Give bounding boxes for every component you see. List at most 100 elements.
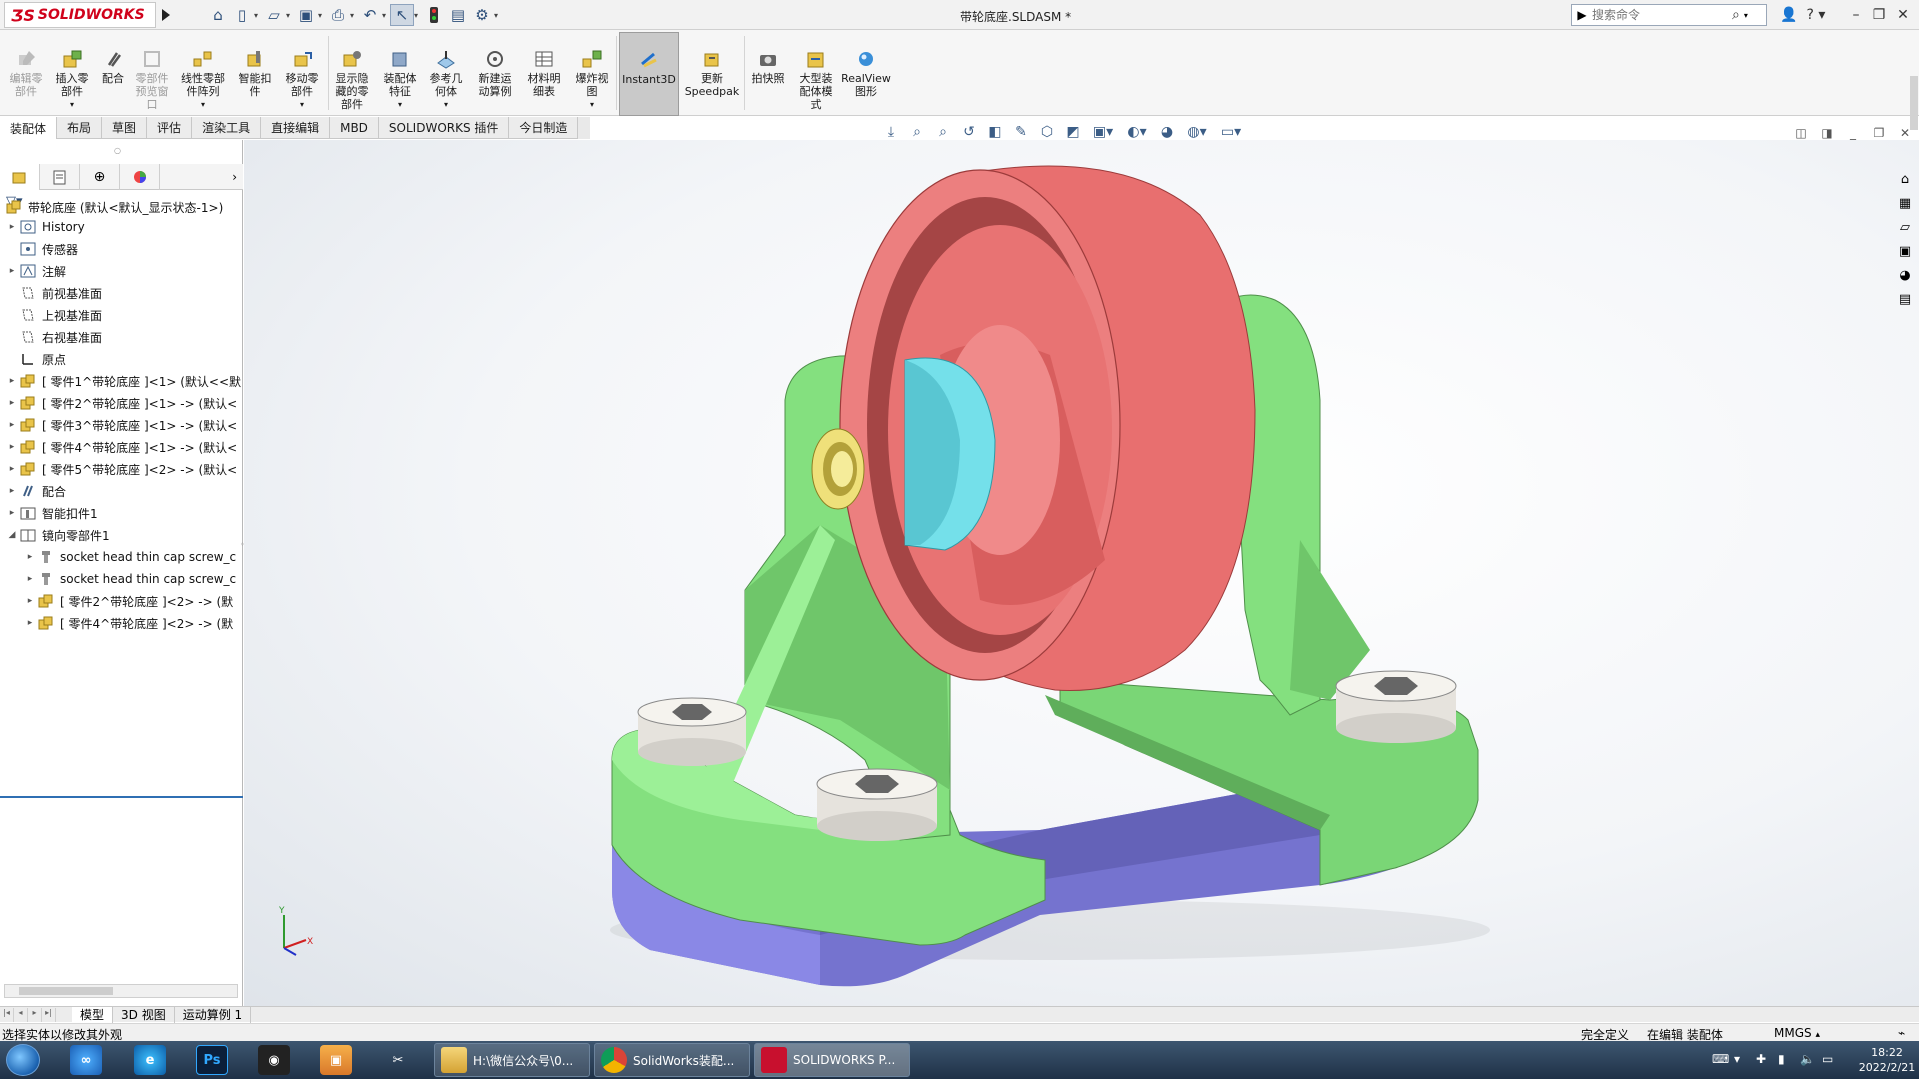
- tree-root[interactable]: 带轮底座 (默认<默认_显示状态-1>): [4, 196, 223, 218]
- tree-item[interactable]: ▸ [ 零件4^带轮底座 ]<1> -> (默认<: [0, 436, 243, 458]
- help-icon[interactable]: ? ▾: [1802, 4, 1830, 26]
- move-component-button[interactable]: 移动零 部件 ▾: [280, 32, 324, 116]
- action-center-icon[interactable]: ▭: [1822, 1052, 1833, 1066]
- photoshop-icon[interactable]: Ps: [196, 1045, 228, 1075]
- tree-item[interactable]: ▸ 注解: [0, 260, 243, 282]
- volume-icon[interactable]: 🔈: [1800, 1052, 1815, 1066]
- media-app-icon[interactable]: ▣: [320, 1045, 352, 1075]
- dynamic-annotation-icon[interactable]: ✎: [1008, 121, 1034, 143]
- search-icon[interactable]: ⌕: [1732, 7, 1740, 23]
- customize-status-icon[interactable]: ⌁: [1898, 1026, 1905, 1040]
- next-tab-icon[interactable]: ▸: [28, 1007, 42, 1022]
- viewport-restore-icon[interactable]: ❐: [1866, 126, 1892, 140]
- show-hidden-components-button[interactable]: 显示隐 藏的零 部件: [330, 32, 374, 116]
- assembly-model[interactable]: Y X: [244, 140, 1919, 1006]
- system-clock[interactable]: 18:22 2022/2/21: [1855, 1045, 1919, 1075]
- tree-item[interactable]: ▸ socket head thin cap screw_c: [0, 546, 243, 568]
- snipping-tool-icon[interactable]: ✂: [382, 1045, 414, 1075]
- select-cursor-icon[interactable]: ↖: [390, 4, 414, 26]
- view-palette-icon[interactable]: ▣: [1894, 240, 1916, 262]
- smart-fasteners-button[interactable]: 智能扣 件: [234, 32, 276, 116]
- viewport-tile-right-icon[interactable]: ◨: [1814, 126, 1840, 140]
- design-library-icon[interactable]: ▦: [1894, 192, 1916, 214]
- reference-geometry-button[interactable]: 参考几 何体 ▾: [424, 32, 468, 116]
- tree-item[interactable]: ▸ [ 零件2^带轮底座 ]<1> -> (默认<: [0, 392, 243, 414]
- feature-manager-tab-icon[interactable]: [0, 164, 40, 190]
- browser-icon[interactable]: e: [134, 1045, 166, 1075]
- tray-app-icon[interactable]: ✚: [1756, 1052, 1766, 1066]
- new-document-icon[interactable]: ▯: [230, 4, 254, 26]
- user-icon[interactable]: 👤: [1779, 4, 1799, 26]
- close-icon[interactable]: ✕: [1893, 4, 1913, 26]
- search-commands-box[interactable]: ▶ ⌕ ▾: [1571, 4, 1767, 26]
- custom-properties-icon[interactable]: ▤: [1894, 288, 1916, 310]
- viewport-tile-left-icon[interactable]: ◫: [1788, 126, 1814, 140]
- start-button-icon[interactable]: [6, 1044, 40, 1076]
- expand-arrow-icon[interactable]: ▸: [6, 398, 18, 408]
- panel-grip-icon[interactable]: ○: [114, 146, 121, 155]
- tab-motion-study[interactable]: 运动算例 1: [175, 1006, 252, 1023]
- update-speedpak-button[interactable]: 更新 Speedpak: [684, 32, 740, 116]
- expand-arrow-icon[interactable]: ▸: [6, 266, 18, 276]
- chevron-down-icon[interactable]: ▾: [286, 11, 294, 20]
- home-icon[interactable]: ⌂: [206, 4, 230, 26]
- tab-layout[interactable]: 布局: [57, 117, 103, 139]
- undo-icon[interactable]: ↶: [358, 4, 382, 26]
- ribbon-scrollbar[interactable]: [1910, 76, 1918, 130]
- taskbar-app-solidworks[interactable]: SOLIDWORKS P...: [754, 1043, 910, 1077]
- print-icon[interactable]: ⎙: [326, 4, 350, 26]
- open-folder-icon[interactable]: ▱: [262, 4, 286, 26]
- file-explorer-icon[interactable]: ▱: [1894, 216, 1916, 238]
- expand-arrow-icon[interactable]: ▸: [6, 508, 18, 518]
- viewport-close-icon[interactable]: ✕: [1892, 126, 1918, 140]
- display-manager-tab-icon[interactable]: [120, 164, 160, 190]
- apply-scene-icon[interactable]: ◕: [1154, 121, 1180, 143]
- chevron-down-icon[interactable]: ▾: [1744, 11, 1748, 20]
- taskbar-app-explorer[interactable]: H:\微信公众号\0...: [434, 1043, 590, 1077]
- chevron-down-icon[interactable]: ▾: [590, 98, 594, 111]
- expand-arrow-icon[interactable]: ▸: [6, 464, 18, 474]
- mate-button[interactable]: 配合: [96, 32, 130, 116]
- tab-model[interactable]: 模型: [72, 1006, 114, 1023]
- tree-item[interactable]: ▸ 智能扣件1: [0, 502, 243, 524]
- large-assembly-mode-button[interactable]: 大型装 配体模 式: [794, 32, 838, 116]
- tab-solidworks-addins[interactable]: SOLIDWORKS 插件: [378, 117, 510, 139]
- tree-item[interactable]: 原点: [0, 348, 243, 370]
- property-manager-tab-icon[interactable]: [40, 164, 80, 190]
- expand-arrow-icon[interactable]: ▸: [6, 222, 18, 232]
- restore-icon[interactable]: ❐: [1869, 4, 1889, 26]
- rebuild-traffic-light-icon[interactable]: [422, 4, 446, 26]
- chevron-down-icon[interactable]: ▾: [382, 11, 390, 20]
- new-motion-study-button[interactable]: 新建运 动算例: [472, 32, 518, 116]
- exploded-view-button[interactable]: 爆炸视 图 ▾: [570, 32, 614, 116]
- chevron-down-icon[interactable]: ▾: [350, 11, 358, 20]
- chevron-right-icon[interactable]: ›: [160, 164, 243, 189]
- zoom-to-area-icon[interactable]: ⌕: [930, 121, 956, 143]
- viewport-minimize-icon[interactable]: _: [1840, 126, 1866, 140]
- expand-arrow-icon[interactable]: ▸: [24, 596, 36, 606]
- tree-item[interactable]: ▸ [ 零件4^带轮底座 ]<2> -> (默: [0, 612, 243, 634]
- pulley-wheel[interactable]: [839, 165, 1256, 691]
- file-properties-icon[interactable]: ▤: [446, 4, 470, 26]
- expand-arrow-icon[interactable]: ▸: [24, 552, 36, 562]
- section-view-icon[interactable]: ◧: [982, 121, 1008, 143]
- take-snapshot-button[interactable]: 拍快照: [746, 32, 790, 116]
- chevron-down-icon[interactable]: ▾: [494, 11, 502, 20]
- tray-expand-icon[interactable]: ▾: [1734, 1052, 1740, 1066]
- minimize-icon[interactable]: –: [1846, 4, 1866, 26]
- tree-item[interactable]: 右视基准面: [0, 326, 243, 348]
- socket-screw-2[interactable]: [816, 768, 938, 841]
- display-style-icon[interactable]: ◩: [1060, 121, 1086, 143]
- options-gear-icon[interactable]: ⚙: [470, 4, 494, 26]
- assembly-features-button[interactable]: 装配体 特征 ▾: [378, 32, 422, 116]
- monitor-display-icon[interactable]: ▭▾: [1214, 121, 1248, 143]
- search-input[interactable]: [1592, 6, 1732, 24]
- component-preview-window-button[interactable]: 零部件 预览窗 口: [132, 32, 172, 116]
- tab-manufacturing[interactable]: 今日制造: [509, 117, 579, 139]
- chevron-down-icon[interactable]: ▾: [444, 98, 448, 111]
- obs-recorder-icon[interactable]: ◉: [258, 1045, 290, 1075]
- horizontal-scrollbar[interactable]: [4, 984, 238, 998]
- view-orientation-icon[interactable]: ⬡: [1034, 121, 1060, 143]
- shaft-washer[interactable]: [811, 428, 865, 510]
- tab-direct-editing[interactable]: 直接编辑: [261, 117, 331, 139]
